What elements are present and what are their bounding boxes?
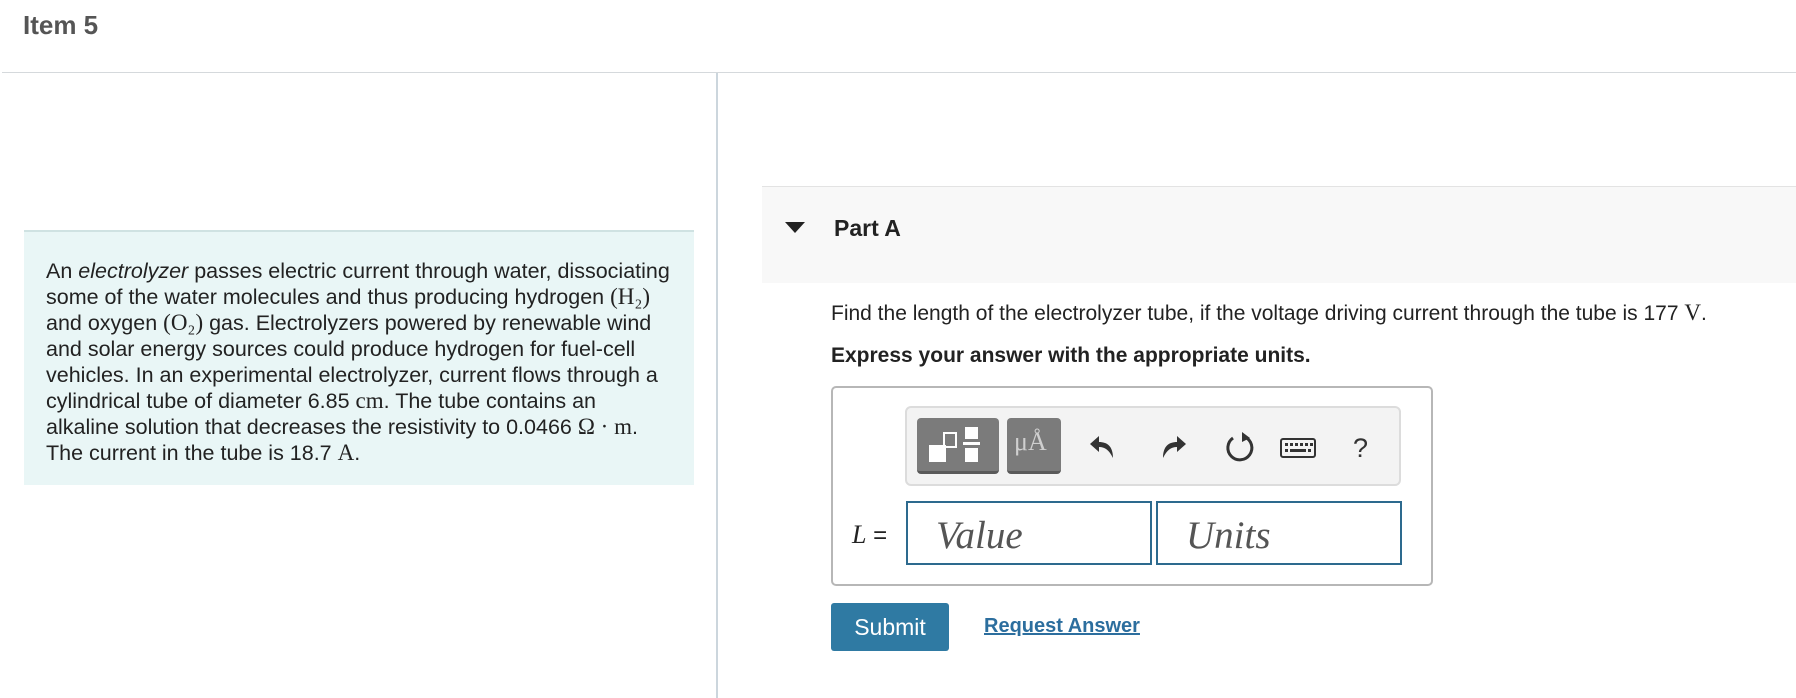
request-answer-link[interactable]: Request Answer [984,615,1140,638]
templates-icon[interactable] [917,418,999,474]
math-toolbar: μÅ ? [905,406,1401,486]
variable-label: L = [852,520,888,549]
unit-amp: A [337,440,355,465]
problem-intro: An electrolyzer passes electric current … [24,230,694,485]
item-title: Item 5 [23,10,99,40]
help-icon[interactable]: ? [1353,433,1368,464]
unit-ohm-m: Ω · m [577,414,632,439]
answer-box: μÅ ? L = Value Units [831,386,1433,586]
unit-volt: V [1684,300,1701,325]
units-input[interactable]: Units [1156,501,1402,565]
term-electrolyzer: electrolyzer [78,259,189,283]
answer-instruction: Express your answer with the appropriate… [831,344,1311,367]
caret-down-icon[interactable] [785,222,805,233]
h2-formula: (H₂) [610,284,651,309]
submit-button[interactable]: Submit [831,603,949,651]
keyboard-icon[interactable] [1279,430,1319,464]
header-divider [2,72,1796,73]
part-a-header[interactable]: Part A [762,186,1796,283]
part-label: Part A [834,215,901,241]
question-text: Find the length of the electrolyzer tube… [831,300,1707,325]
value-input[interactable]: Value [906,501,1152,565]
units-icon[interactable]: μÅ [1007,418,1061,474]
redo-icon[interactable] [1155,430,1189,464]
unit-cm: cm [355,388,384,413]
reset-icon[interactable] [1223,430,1257,464]
undo-icon[interactable] [1087,430,1121,464]
column-divider [716,73,718,698]
o2-formula: (O₂) [163,310,204,335]
